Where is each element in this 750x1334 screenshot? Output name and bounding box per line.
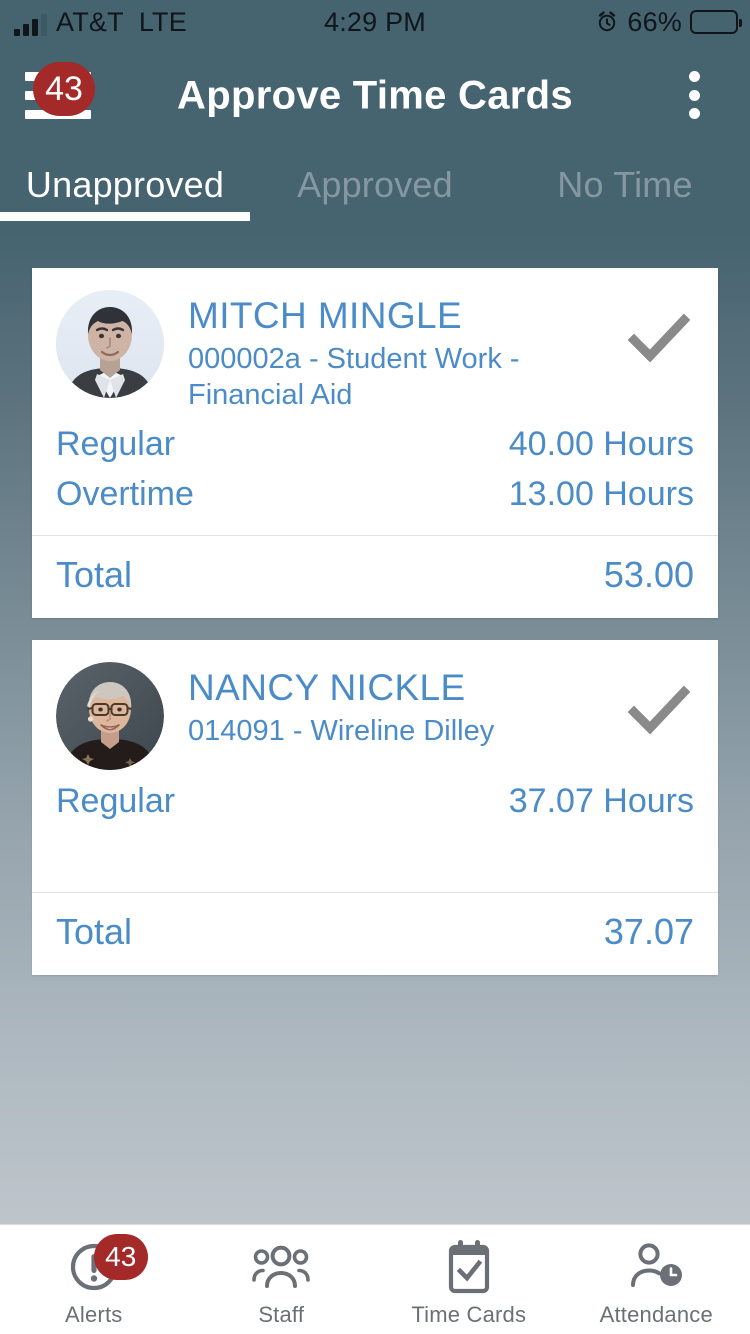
photo-female-avatar [56, 662, 164, 770]
time-card-row[interactable]: MITCH MINGLE 000002a - Student Work - Fi… [32, 268, 718, 618]
photo-male-avatar [56, 290, 164, 398]
employee-name: NANCY NICKLE [188, 667, 466, 708]
approve-checkmark-button[interactable] [624, 290, 694, 364]
tab-no-time[interactable]: No Time [500, 140, 750, 230]
nav-item-time-cards[interactable]: Time Cards [375, 1225, 563, 1334]
nav-icon-wrap: 43 [66, 1233, 148, 1296]
nav-icon-wrap [445, 1238, 493, 1296]
nav-icon-wrap [627, 1238, 685, 1296]
hours-row: Regular 37.07 Hours [56, 776, 694, 826]
calendar-check-icon [448, 1239, 489, 1293]
battery-icon [690, 10, 742, 34]
hours-label: Overtime [56, 475, 194, 513]
total-value: 53.00 [603, 554, 694, 595]
bottom-navigation-bar: 43 Alerts Staff Time Cards Attendance [0, 1224, 750, 1334]
time-card-header: MITCH MINGLE 000002a - Student Work - Fi… [32, 268, 718, 419]
hours-row: Overtime 13.00 Hours [56, 469, 694, 519]
nav-item-alerts[interactable]: 43 Alerts [0, 1225, 188, 1334]
checkmark-icon [628, 313, 690, 363]
total-row: Total 53.00 [32, 536, 718, 618]
active-tab-indicator [0, 212, 250, 221]
time-card-list: MITCH MINGLE 000002a - Student Work - Fi… [0, 268, 750, 997]
nav-label-time-cards: Time Cards [411, 1301, 527, 1327]
total-label: Total [56, 911, 133, 952]
hours-value: 40.00 Hours [508, 425, 694, 463]
hours-value: 37.07 Hours [508, 782, 694, 820]
avatar [56, 290, 164, 398]
nav-label-staff: Staff [258, 1301, 305, 1327]
status-bar: AT&T LTE 4:29 PM 66% [0, 0, 750, 44]
nav-item-staff[interactable]: Staff [188, 1225, 376, 1334]
hours-value: 13.00 Hours [508, 475, 694, 513]
person-info: MITCH MINGLE 000002a - Student Work - Fi… [188, 290, 624, 413]
tab-approved[interactable]: Approved [250, 140, 500, 230]
hours-label: Regular [56, 782, 176, 820]
checkmark-icon [628, 685, 690, 735]
app-bar: 43 Approve Time Cards [0, 44, 750, 140]
employee-name: MITCH MINGLE [188, 295, 463, 336]
employee-subtitle: 014091 - Wireline Dilley [188, 715, 495, 747]
hours-row-spacer [56, 826, 694, 876]
total-label: Total [56, 554, 133, 595]
nav-label-attendance: Attendance [599, 1301, 713, 1327]
battery-percent-label: 66% [627, 6, 682, 37]
person-info: NANCY NICKLE 014091 - Wireline Dilley [188, 662, 624, 749]
hours-row: Regular 40.00 Hours [56, 419, 694, 469]
approve-checkmark-button[interactable] [624, 662, 694, 736]
people-group-icon [252, 1245, 311, 1288]
total-value: 37.07 [603, 911, 694, 952]
time-card-row[interactable]: NANCY NICKLE 014091 - Wireline Dilley Re… [32, 640, 718, 975]
time-card-header: NANCY NICKLE 014091 - Wireline Dilley [32, 640, 718, 776]
page-title: Approve Time Cards [177, 73, 573, 118]
hours-label: Regular [56, 425, 176, 463]
alarm-clock-icon [599, 11, 616, 32]
nav-label-alerts: Alerts [65, 1301, 123, 1327]
status-bar-right: 66% [595, 6, 742, 38]
person-clock-icon [631, 1242, 683, 1287]
hours-breakdown: Regular 37.07 Hours [32, 776, 718, 882]
employee-subtitle: 000002a - Student Work - Financial Aid [188, 343, 520, 411]
nav-item-attendance[interactable]: Attendance [563, 1225, 750, 1334]
hours-breakdown: Regular 40.00 Hours Overtime 13.00 Hours [32, 419, 718, 525]
overflow-menu-icon[interactable] [672, 68, 716, 122]
app-screen: AT&T LTE 4:29 PM 66% 43 Approve Time Car… [0, 0, 750, 1334]
total-row: Total 37.07 [32, 893, 718, 975]
avatar [56, 662, 164, 770]
nav-icon-wrap [252, 1238, 311, 1296]
alerts-count-badge: 43 [93, 1233, 148, 1280]
